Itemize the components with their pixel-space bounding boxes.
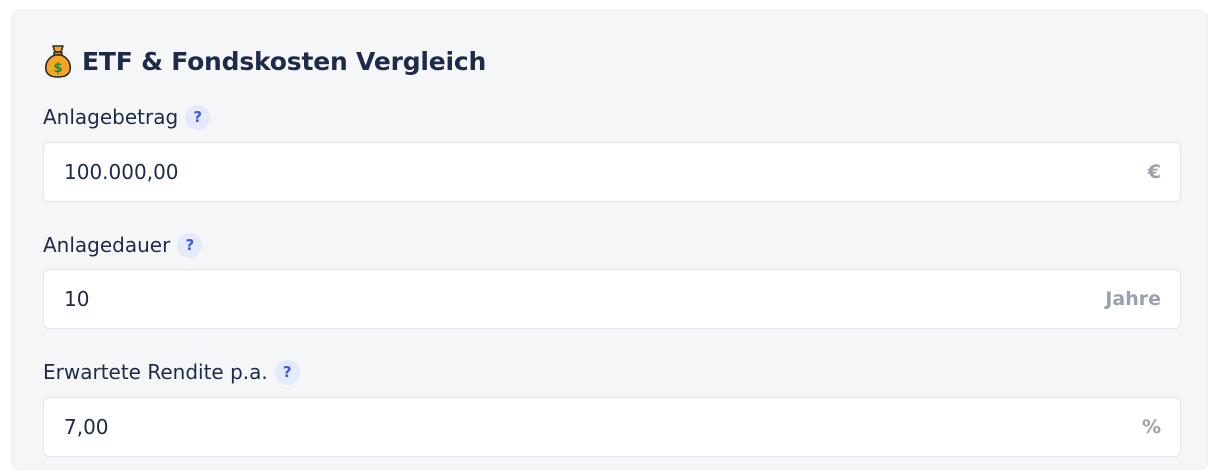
anlagebetrag-input[interactable]: 100.000,00	[64, 160, 964, 184]
anlagedauer-input[interactable]: 10	[64, 287, 964, 311]
calculator-card: $ ETF & Fondskosten Vergleich Anlagebetr…	[11, 10, 1208, 470]
anlagedauer-field[interactable]: 10 Jahre	[43, 269, 1181, 329]
anlagedauer-unit: Jahre	[1105, 288, 1161, 310]
page-title: ETF & Fondskosten Vergleich	[82, 46, 487, 76]
money-bag-icon: $	[44, 45, 72, 78]
field-label-row-rendite: Erwartete Rendite p.a. ?	[43, 359, 300, 385]
anlagebetrag-field[interactable]: 100.000,00 €	[43, 142, 1181, 202]
rendite-input[interactable]: 7,00	[64, 415, 964, 439]
rendite-unit: %	[1141, 416, 1161, 438]
card-header: $ ETF & Fondskosten Vergleich	[44, 44, 486, 78]
rendite-label: Erwartete Rendite p.a.	[43, 360, 268, 384]
anlagedauer-label: Anlagedauer	[43, 233, 171, 257]
field-label-row-anlagedauer: Anlagedauer ?	[43, 232, 203, 258]
rendite-field[interactable]: 7,00 %	[43, 397, 1181, 457]
anlagebetrag-unit: €	[1147, 161, 1161, 183]
field-label-row-anlagebetrag: Anlagebetrag ?	[43, 104, 211, 130]
anlagebetrag-help-icon[interactable]: ?	[185, 104, 211, 130]
anlagedauer-help-icon[interactable]: ?	[177, 232, 203, 258]
rendite-help-icon[interactable]: ?	[274, 359, 300, 385]
anlagebetrag-label: Anlagebetrag	[43, 105, 179, 129]
svg-text:$: $	[53, 61, 62, 76]
